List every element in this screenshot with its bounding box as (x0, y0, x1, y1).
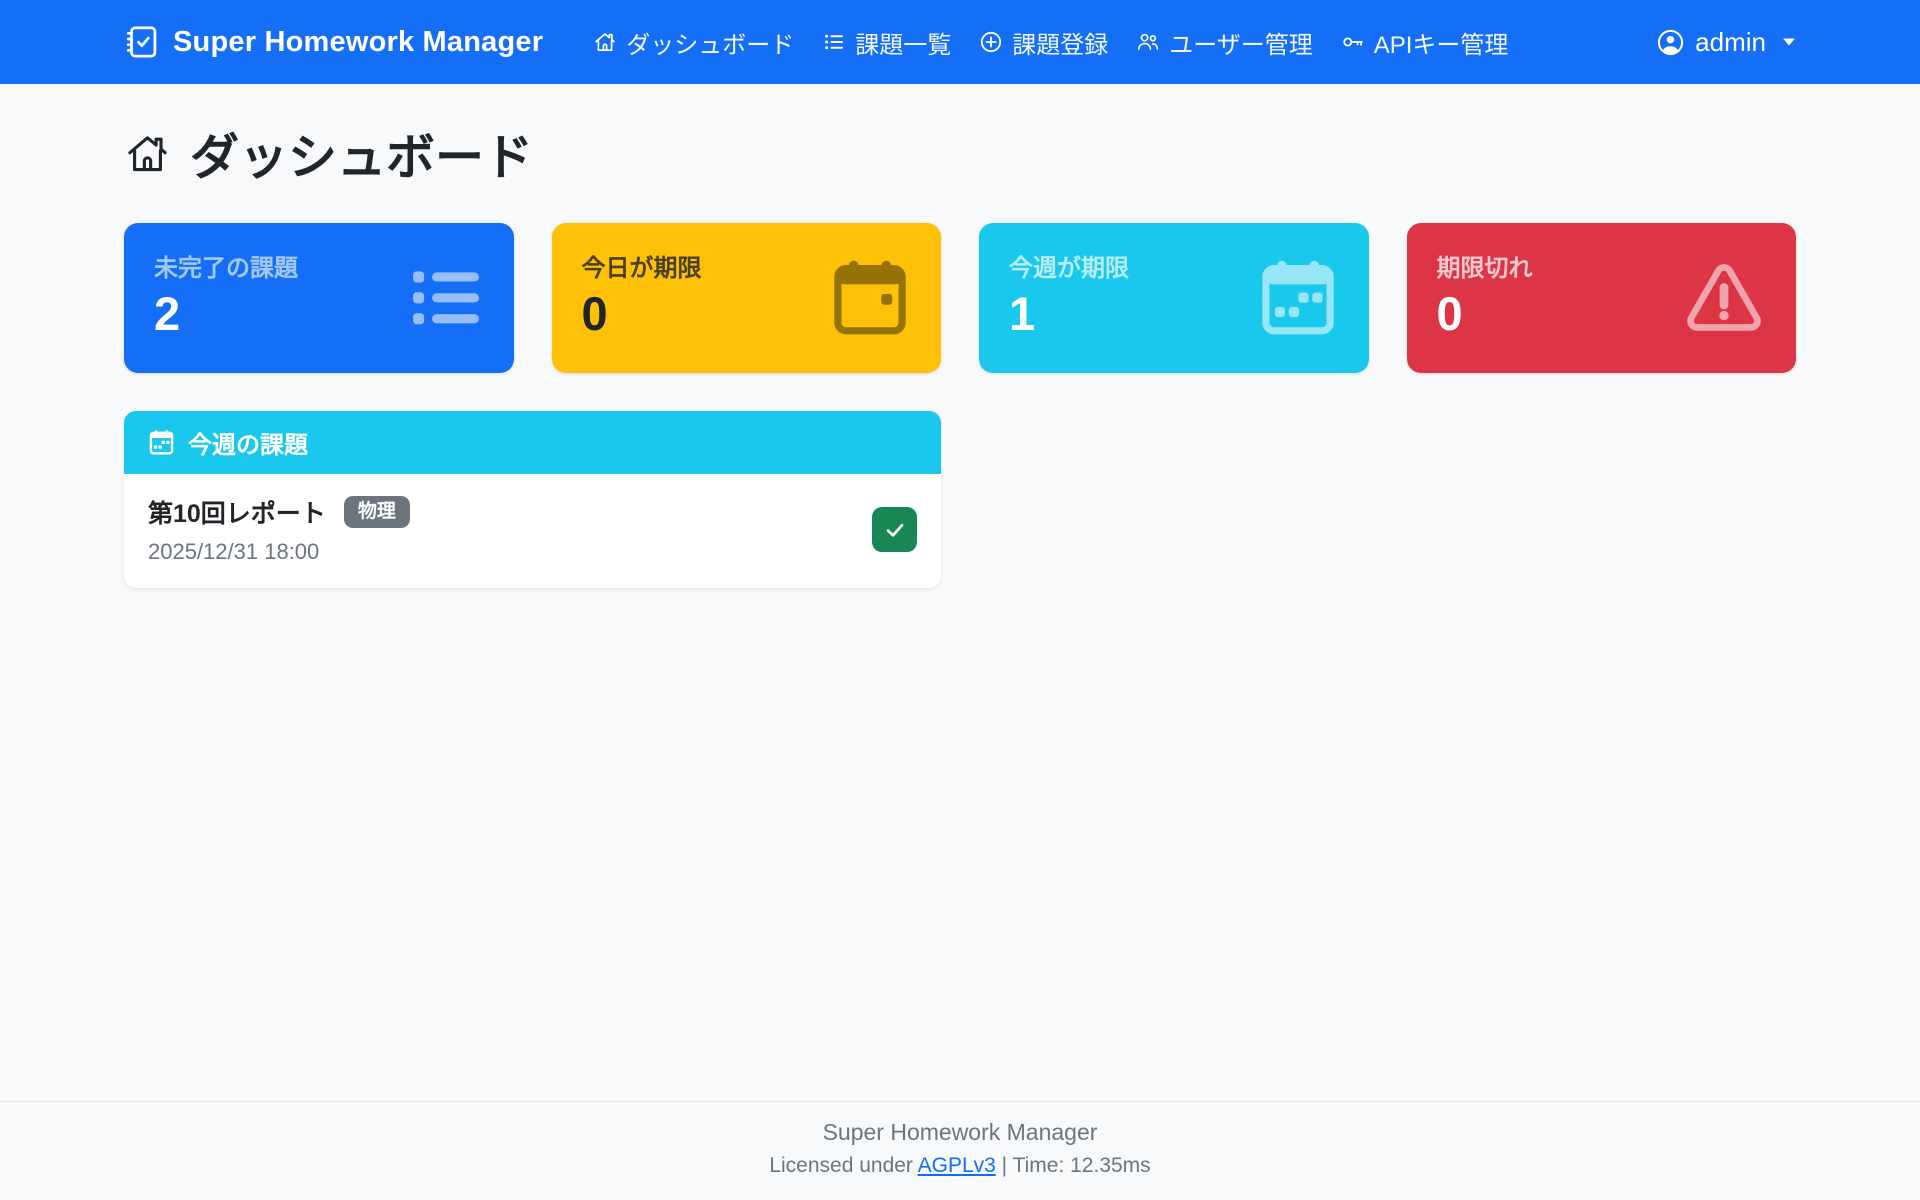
key-icon (1341, 30, 1365, 54)
stat-card-overdue: 期限切れ 0 (1407, 223, 1797, 373)
list-icon (408, 260, 484, 336)
people-icon (1136, 30, 1160, 54)
brand-title: Super Homework Manager (173, 26, 543, 59)
user-name: admin (1695, 27, 1766, 58)
week-panel-header: 今週の課題 (124, 411, 941, 474)
license-link[interactable]: AGPLv3 (918, 1154, 996, 1177)
assignment-due-date: 2025/12/31 18:00 (148, 539, 410, 565)
calendar-week-icon (148, 429, 175, 456)
caret-down-icon (1782, 37, 1796, 47)
stat-text: 未完了の課題 2 (154, 248, 298, 341)
nav-item-assignment-register[interactable]: 課題登録 (965, 0, 1122, 84)
stat-value: 2 (154, 287, 298, 341)
footer-license-line: Licensed under AGPLv3 | Time: 12.35ms (0, 1154, 1920, 1178)
calendar-event-icon (829, 257, 911, 339)
main-nav: ダッシュボード 課題一覧 課題登録 (579, 0, 1522, 84)
exclamation-triangle-icon (1682, 256, 1766, 340)
calendar-week-icon (1257, 257, 1339, 339)
nav-label: 課題一覧 (855, 25, 951, 60)
brand[interactable]: Super Homework Manager (124, 24, 543, 60)
user-dropdown[interactable]: admin (1656, 27, 1796, 58)
check-icon (883, 518, 907, 542)
list-icon (822, 30, 846, 54)
stat-label: 未完了の課題 (154, 248, 298, 283)
nav-item-assignment-list[interactable]: 課題一覧 (808, 0, 965, 84)
stat-label: 今週が期限 (1009, 248, 1129, 283)
page-title-text: ダッシュボード (190, 118, 533, 189)
assignment-list-item: 第10回レポート 物理 2025/12/31 18:00 (124, 474, 941, 588)
stat-text: 期限切れ 0 (1437, 248, 1533, 341)
nav-label: ダッシュボード (626, 25, 794, 60)
subject-badge: 物理 (344, 496, 410, 529)
page-title: ダッシュボード (124, 118, 1796, 189)
week-panel: 今週の課題 第10回レポート 物理 2025/12/31 18:00 (124, 411, 941, 588)
footer: Super Homework Manager Licensed under AG… (0, 1101, 1920, 1200)
journal-check-icon (124, 24, 160, 60)
render-time: | Time: 12.35ms (996, 1154, 1151, 1177)
nav-label: 課題登録 (1012, 25, 1108, 60)
stats-row: 未完了の課題 2 今日が期限 0 (124, 223, 1796, 373)
plus-circle-icon (979, 30, 1003, 54)
stat-card-due-today: 今日が期限 0 (552, 223, 942, 373)
assignment-info: 第10回レポート 物理 2025/12/31 18:00 (148, 494, 410, 565)
stat-label: 期限切れ (1437, 248, 1533, 283)
assignment-title-row: 第10回レポート 物理 (148, 494, 410, 530)
nav-item-dashboard[interactable]: ダッシュボード (579, 0, 808, 84)
stat-value: 0 (582, 287, 702, 341)
stat-value: 1 (1009, 287, 1129, 341)
top-navbar: Super Homework Manager ダッシュボード (0, 0, 1920, 84)
stat-text: 今日が期限 0 (582, 248, 702, 341)
license-prefix: Licensed under (769, 1154, 917, 1177)
nav-label: APIキー管理 (1374, 25, 1509, 60)
house-icon (593, 30, 617, 54)
house-icon (124, 130, 171, 177)
mark-done-button[interactable] (872, 507, 917, 552)
main-content: ダッシュボード 未完了の課題 2 今日が期限 (0, 84, 1920, 1101)
stat-label: 今日が期限 (582, 248, 702, 283)
person-circle-icon (1656, 28, 1685, 57)
nav-item-user-management[interactable]: ユーザー管理 (1122, 0, 1327, 84)
stat-value: 0 (1437, 287, 1533, 341)
footer-app-name: Super Homework Manager (0, 1119, 1920, 1146)
nav-label: ユーザー管理 (1169, 25, 1313, 60)
assignment-title: 第10回レポート (148, 494, 326, 530)
stat-card-due-this-week: 今週が期限 1 (979, 223, 1369, 373)
nav-item-api-key-management[interactable]: APIキー管理 (1327, 0, 1523, 84)
stat-text: 今週が期限 1 (1009, 248, 1129, 341)
stat-card-incomplete: 未完了の課題 2 (124, 223, 514, 373)
week-panel-title: 今週の課題 (188, 425, 308, 460)
